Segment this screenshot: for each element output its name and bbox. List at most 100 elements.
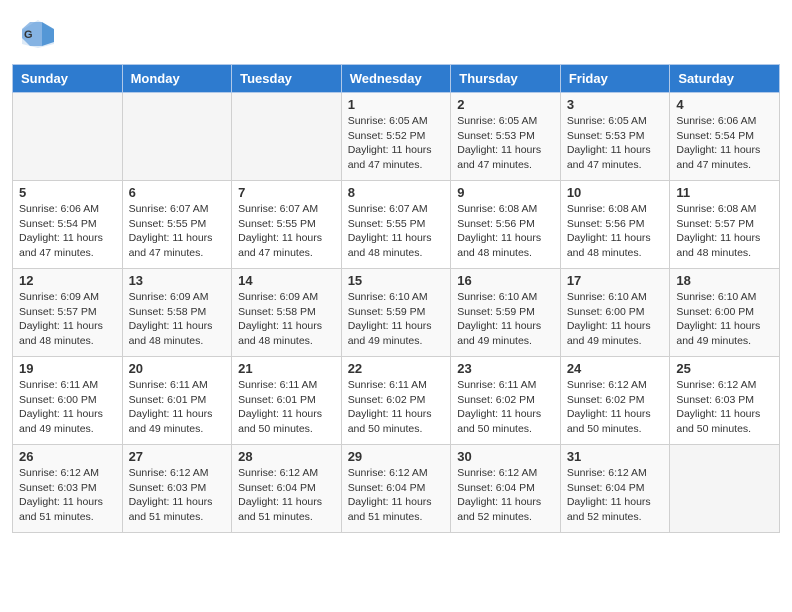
day-cell: 30Sunrise: 6:12 AMSunset: 6:04 PMDayligh… (451, 445, 561, 533)
day-number: 29 (348, 449, 445, 464)
calendar-body: 1Sunrise: 6:05 AMSunset: 5:52 PMDaylight… (13, 93, 780, 533)
day-cell: 1Sunrise: 6:05 AMSunset: 5:52 PMDaylight… (341, 93, 451, 181)
day-cell: 2 Sunrise: 6:05 AMSunset: 5:53 PMDaylight… (451, 93, 561, 181)
day-info: Sunrise: 6:07 AMSunset: 5:55 PMDaylight:… (348, 202, 445, 261)
day-info: Sunrise: 6:12 AMSunset: 6:03 PMDaylight:… (129, 466, 226, 525)
calendar-header: SundayMondayTuesdayWednesdayThursdayFrid… (13, 65, 780, 93)
day-number: 8 (348, 185, 445, 200)
day-number: 18 (676, 273, 773, 288)
day-cell: 18 Sunrise: 6:10 AMSunset: 6:00 PMDayligh… (670, 269, 780, 357)
week-row-1: 1Sunrise: 6:05 AMSunset: 5:52 PMDaylight… (13, 93, 780, 181)
day-info: Sunrise: 6:11 AMSunset: 6:01 PMDaylight:… (129, 378, 226, 437)
header-row: SundayMondayTuesdayWednesdayThursdayFrid… (13, 65, 780, 93)
day-cell: 26 Sunrise: 6:12 AMSunset: 6:03 PMDayligh… (13, 445, 123, 533)
day-info: Sunrise: 6:08 AMSunset: 5:57 PMDaylight:… (676, 202, 773, 261)
day-info: Sunrise: 6:10 AMSunset: 5:59 PMDaylight:… (457, 290, 554, 349)
column-header-friday: Friday (560, 65, 670, 93)
day-number: 31 (567, 449, 664, 464)
day-number: 10 (567, 185, 664, 200)
day-cell: 23 Sunrise: 6:11 AMSunset: 6:02 PMDayligh… (451, 357, 561, 445)
day-info: Sunrise: 6:10 AMSunset: 6:00 PMDaylight:… (676, 290, 773, 349)
day-cell: 8 Sunrise: 6:07 AMSunset: 5:55 PMDaylight… (341, 181, 451, 269)
day-cell: 27 Sunrise: 6:12 AMSunset: 6:03 PMDayligh… (122, 445, 232, 533)
day-number: 4 (676, 97, 773, 112)
day-number: 22 (348, 361, 445, 376)
day-number: 20 (129, 361, 226, 376)
column-header-wednesday: Wednesday (341, 65, 451, 93)
week-row-3: 12 Sunrise: 6:09 AMSunset: 5:57 PMDayligh… (13, 269, 780, 357)
day-info: Sunrise: 6:08 AMSunset: 5:56 PMDaylight:… (567, 202, 664, 261)
day-cell: 28Sunrise: 6:12 AMSunset: 6:04 PMDayligh… (232, 445, 342, 533)
column-header-thursday: Thursday (451, 65, 561, 93)
day-cell: 3 Sunrise: 6:05 AMSunset: 5:53 PMDaylight… (560, 93, 670, 181)
day-cell: 21 Sunrise: 6:11 AMSunset: 6:01 PMDayligh… (232, 357, 342, 445)
day-cell: 20 Sunrise: 6:11 AMSunset: 6:01 PMDayligh… (122, 357, 232, 445)
day-info: Sunrise: 6:05 AMSunset: 5:53 PMDaylight:… (457, 114, 554, 173)
day-number: 21 (238, 361, 335, 376)
day-info: Sunrise: 6:12 AMSunset: 6:02 PMDaylight:… (567, 378, 664, 437)
day-info: Sunrise: 6:12 AMSunset: 6:03 PMDaylight:… (676, 378, 773, 437)
page-header: G (0, 0, 792, 56)
week-row-4: 19 Sunrise: 6:11 AMSunset: 6:00 PMDayligh… (13, 357, 780, 445)
day-number: 14 (238, 273, 335, 288)
day-number: 19 (19, 361, 116, 376)
day-info: Sunrise: 6:12 AMSunset: 6:04 PMDaylight:… (238, 466, 335, 525)
column-header-tuesday: Tuesday (232, 65, 342, 93)
day-number: 11 (676, 185, 773, 200)
day-info: Sunrise: 6:07 AMSunset: 5:55 PMDaylight:… (238, 202, 335, 261)
day-number: 15 (348, 273, 445, 288)
day-cell: 7Sunrise: 6:07 AMSunset: 5:55 PMDaylight… (232, 181, 342, 269)
day-cell: 10 Sunrise: 6:08 AMSunset: 5:56 PMDayligh… (560, 181, 670, 269)
day-number: 12 (19, 273, 116, 288)
day-cell: 11 Sunrise: 6:08 AMSunset: 5:57 PMDayligh… (670, 181, 780, 269)
day-number: 16 (457, 273, 554, 288)
day-number: 27 (129, 449, 226, 464)
logo-icon: G (20, 16, 56, 52)
day-cell: 31 Sunrise: 6:12 AMSunset: 6:04 PMDayligh… (560, 445, 670, 533)
day-cell: 16 Sunrise: 6:10 AMSunset: 5:59 PMDayligh… (451, 269, 561, 357)
day-cell: 6Sunrise: 6:07 AMSunset: 5:55 PMDaylight… (122, 181, 232, 269)
day-number: 6 (129, 185, 226, 200)
day-number: 17 (567, 273, 664, 288)
day-cell: 13Sunrise: 6:09 AMSunset: 5:58 PMDayligh… (122, 269, 232, 357)
day-info: Sunrise: 6:12 AMSunset: 6:04 PMDaylight:… (348, 466, 445, 525)
week-row-5: 26 Sunrise: 6:12 AMSunset: 6:03 PMDayligh… (13, 445, 780, 533)
day-info: Sunrise: 6:08 AMSunset: 5:56 PMDaylight:… (457, 202, 554, 261)
logo: G (20, 16, 60, 52)
day-info: Sunrise: 6:10 AMSunset: 6:00 PMDaylight:… (567, 290, 664, 349)
day-cell (13, 93, 123, 181)
day-info: Sunrise: 6:09 AMSunset: 5:58 PMDaylight:… (238, 290, 335, 349)
day-info: Sunrise: 6:12 AMSunset: 6:04 PMDaylight:… (457, 466, 554, 525)
day-cell: 29 Sunrise: 6:12 AMSunset: 6:04 PMDayligh… (341, 445, 451, 533)
day-info: Sunrise: 6:10 AMSunset: 5:59 PMDaylight:… (348, 290, 445, 349)
day-cell: 19 Sunrise: 6:11 AMSunset: 6:00 PMDayligh… (13, 357, 123, 445)
day-info: Sunrise: 6:09 AMSunset: 5:57 PMDaylight:… (19, 290, 116, 349)
day-info: Sunrise: 6:12 AMSunset: 6:04 PMDaylight:… (567, 466, 664, 525)
day-info: Sunrise: 6:11 AMSunset: 6:02 PMDaylight:… (348, 378, 445, 437)
svg-text:G: G (24, 29, 33, 41)
day-cell: 5Sunrise: 6:06 AMSunset: 5:54 PMDaylight… (13, 181, 123, 269)
day-info: Sunrise: 6:05 AMSunset: 5:53 PMDaylight:… (567, 114, 664, 173)
day-cell: 17 Sunrise: 6:10 AMSunset: 6:00 PMDayligh… (560, 269, 670, 357)
day-number: 3 (567, 97, 664, 112)
day-number: 2 (457, 97, 554, 112)
day-info: Sunrise: 6:11 AMSunset: 6:02 PMDaylight:… (457, 378, 554, 437)
day-cell: 12 Sunrise: 6:09 AMSunset: 5:57 PMDayligh… (13, 269, 123, 357)
day-info: Sunrise: 6:11 AMSunset: 6:01 PMDaylight:… (238, 378, 335, 437)
day-cell: 9Sunrise: 6:08 AMSunset: 5:56 PMDaylight… (451, 181, 561, 269)
day-number: 1 (348, 97, 445, 112)
day-number: 23 (457, 361, 554, 376)
day-cell: 22 Sunrise: 6:11 AMSunset: 6:02 PMDayligh… (341, 357, 451, 445)
day-info: Sunrise: 6:12 AMSunset: 6:03 PMDaylight:… (19, 466, 116, 525)
day-cell (122, 93, 232, 181)
column-header-monday: Monday (122, 65, 232, 93)
day-info: Sunrise: 6:11 AMSunset: 6:00 PMDaylight:… (19, 378, 116, 437)
day-number: 26 (19, 449, 116, 464)
day-number: 13 (129, 273, 226, 288)
day-info: Sunrise: 6:06 AMSunset: 5:54 PMDaylight:… (19, 202, 116, 261)
calendar-container: SundayMondayTuesdayWednesdayThursdayFrid… (0, 64, 792, 545)
day-number: 24 (567, 361, 664, 376)
day-cell (670, 445, 780, 533)
day-number: 25 (676, 361, 773, 376)
column-header-saturday: Saturday (670, 65, 780, 93)
